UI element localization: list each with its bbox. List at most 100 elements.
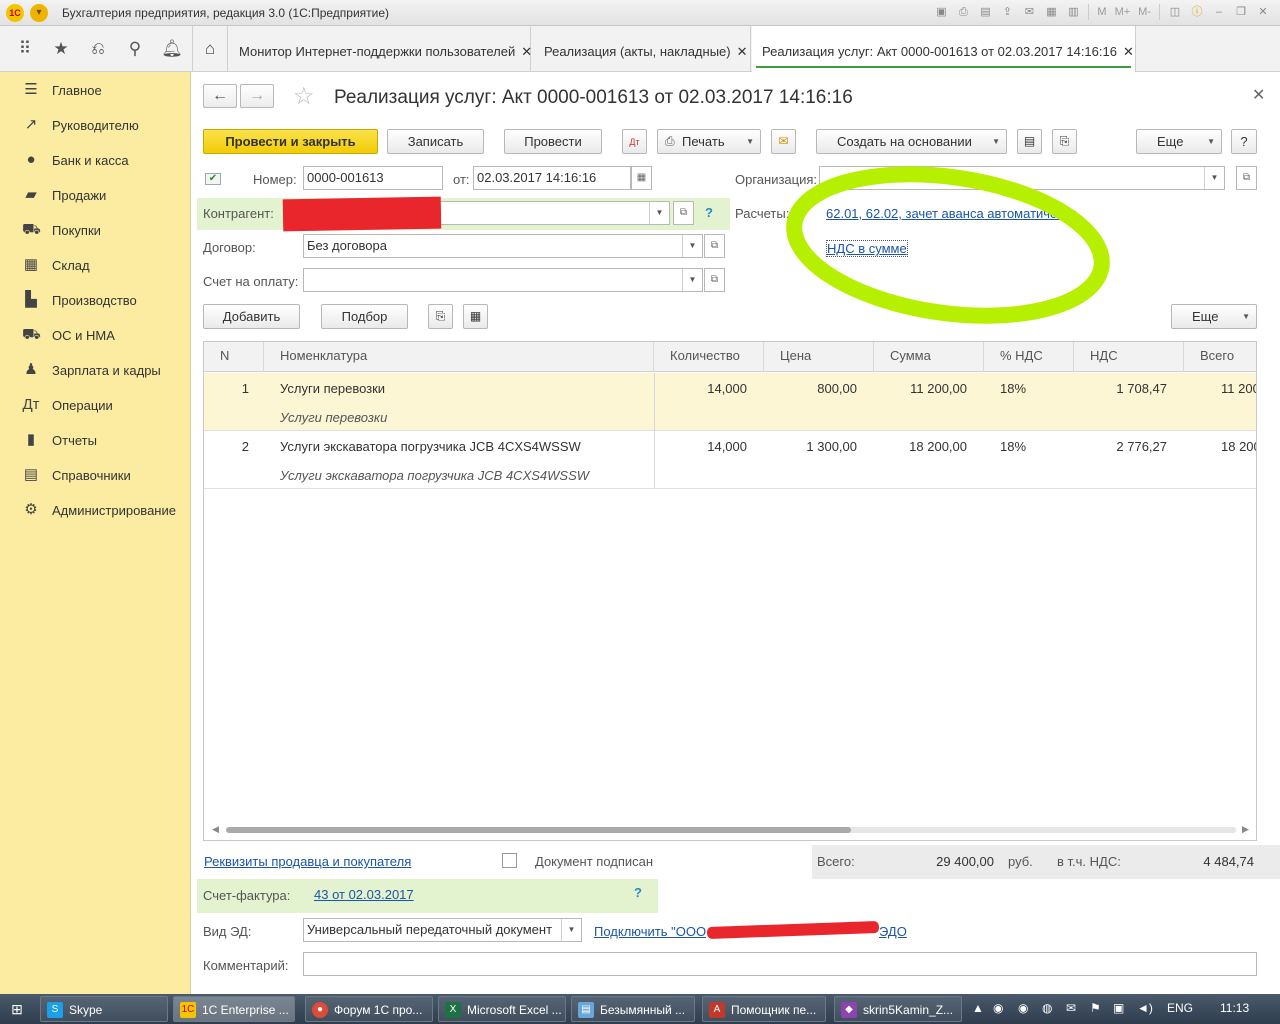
signed-checkbox[interactable] [502, 853, 517, 868]
forward-arrow-icon[interactable]: → [240, 84, 274, 108]
help-icon[interactable]: ? [634, 885, 642, 900]
calendar-icon[interactable]: ▥ [1064, 3, 1082, 21]
more-button[interactable]: Еще ▼ [1136, 129, 1222, 154]
print-icon[interactable]: ⎙ [954, 3, 972, 21]
open-icon[interactable]: ⧉ [673, 201, 694, 225]
help-icon[interactable]: ? [705, 205, 713, 220]
memory-minus-button[interactable]: M- [1136, 3, 1153, 21]
sidebar-item-production[interactable]: ▙ Производство [0, 283, 191, 318]
post-button[interactable]: Провести [504, 129, 602, 154]
sidebar-item-bank[interactable]: ● Банк и касса [0, 143, 191, 178]
open-icon[interactable]: ⧉ [704, 268, 725, 292]
horizontal-scrollbar[interactable] [226, 827, 1236, 833]
sidebar-item-admin[interactable]: ⚙ Администрирование [0, 493, 191, 528]
connect-edo-link-tail[interactable]: ЭДО [879, 924, 907, 939]
sidebar-item-sales[interactable]: ▰ Продажи [0, 178, 191, 213]
taskbar-item-skype[interactable]: S Skype [40, 996, 168, 1022]
column-header[interactable]: Номенклатура [264, 342, 654, 372]
attachment-icon[interactable]: ⎘ [1052, 129, 1077, 154]
document-icon[interactable]: ▤ [1017, 129, 1042, 154]
tab-sales-list[interactable]: Реализация (акты, накладные) ✕ [534, 26, 751, 72]
sidebar-item-purchases[interactable]: ⛟ Покупки [0, 213, 191, 248]
payment-invoice-field[interactable]: ▼ [303, 268, 703, 292]
scrollbar-thumb[interactable] [226, 827, 851, 833]
column-header[interactable]: Цена [764, 342, 874, 372]
sidebar-item-main[interactable]: ☰ Главное [0, 73, 191, 108]
favorites-star-icon[interactable]: ★ [50, 38, 72, 60]
info-icon[interactable]: ⓘ [1188, 3, 1206, 21]
history-icon[interactable]: ⎌ [87, 38, 109, 60]
close-icon[interactable]: ✕ [1123, 44, 1134, 59]
ed-type-field[interactable]: Универсальный передаточный документ ▼ [303, 918, 582, 942]
close-icon[interactable]: ✕ [1254, 3, 1272, 21]
calendar-icon[interactable]: ▦ [631, 166, 652, 190]
requisites-link[interactable]: Реквизиты продавца и покупателя [204, 854, 411, 869]
calculator-icon[interactable]: ▦ [1042, 3, 1060, 21]
preview-icon[interactable]: ▤ [976, 3, 994, 21]
paste-icon[interactable]: ▦ [463, 304, 488, 329]
chevron-down-icon[interactable]: ▼ [1204, 167, 1224, 189]
memory-plus-button[interactable]: M+ [1113, 3, 1133, 21]
memory-button[interactable]: M [1095, 3, 1108, 21]
taskbar-item-pdf[interactable]: A Помощник пе... [702, 996, 826, 1022]
scroll-left-icon[interactable]: ◀ [212, 824, 219, 835]
sidebar-item-assets[interactable]: ⛟ ОС и НМА [0, 318, 191, 353]
scroll-right-icon[interactable]: ▶ [1242, 824, 1249, 835]
debit-credit-icon[interactable]: Дт [622, 129, 647, 154]
date-field[interactable]: 02.03.2017 14:16:16 [473, 166, 631, 190]
taskbar-item-excel[interactable]: X Microsoft Excel ... [438, 996, 566, 1022]
chevron-down-icon[interactable]: ▼ [649, 202, 669, 224]
tray-network-icon[interactable]: ▣ [1113, 1001, 1124, 1015]
sidebar-item-warehouse[interactable]: ▦ Склад [0, 248, 191, 283]
column-header[interactable]: НДС [1074, 342, 1184, 372]
table-row[interactable]: 2 Услуги экскаватора погрузчика JCB 4CXS… [204, 431, 1256, 489]
save-button[interactable]: Записать [387, 129, 484, 154]
favorite-star-icon[interactable]: ☆ [293, 82, 315, 111]
open-icon[interactable]: ⧉ [704, 234, 725, 258]
column-header[interactable]: Количество [654, 342, 764, 372]
windows-start-icon[interactable]: ⊞ [6, 1000, 28, 1018]
mail-icon[interactable]: ✉ [771, 129, 796, 154]
taskbar-item-image[interactable]: ◆ skrin5Kamin_Z... [834, 996, 962, 1022]
tab-sales-document[interactable]: Реализация услуг: Акт 0000-001613 от 02.… [752, 26, 1136, 72]
contract-field[interactable]: Без договора ▼ [303, 234, 703, 258]
sidebar-item-manager[interactable]: ↗ Руководителю [0, 108, 191, 143]
close-icon[interactable]: ✕ [521, 44, 532, 59]
clock[interactable]: 11:13 [1220, 1001, 1249, 1015]
panels-icon[interactable]: ◫ [1166, 3, 1184, 21]
main-menu-icon[interactable]: ▾ [30, 4, 48, 22]
table-row[interactable]: 1 Услуги перевозки Услуги перевозки 14,0… [204, 373, 1256, 431]
chevron-down-icon[interactable]: ▼ [682, 269, 702, 291]
tab-support-monitor[interactable]: Монитор Интернет-поддержки пользователей… [229, 26, 532, 72]
mail-icon[interactable]: ✉ [1020, 3, 1038, 21]
create-based-on-button[interactable]: Создать на основании ▼ [816, 129, 1007, 154]
taskbar-item-browser[interactable]: ● Форум 1С про... [305, 996, 433, 1022]
tray-1c-icon[interactable]: ◉ [1018, 1001, 1028, 1015]
bell-icon[interactable]: 🔔︎ [161, 38, 183, 60]
apps-grid-icon[interactable]: ⠿ [14, 38, 36, 60]
tray-flag-icon[interactable]: ⚑ [1090, 1001, 1101, 1015]
language-indicator[interactable]: ENG [1167, 1001, 1193, 1015]
back-arrow-icon[interactable]: ← [203, 84, 237, 108]
table-more-button[interactable]: Еще ▼ [1171, 304, 1257, 329]
number-field[interactable]: 0000-001613 [303, 166, 443, 190]
close-icon[interactable]: ✕ [737, 44, 748, 59]
restore-icon[interactable]: ❐ [1232, 3, 1250, 21]
add-row-button[interactable]: Добавить [203, 304, 300, 329]
tray-volume-icon[interactable]: ◄) [1137, 1001, 1153, 1015]
column-header[interactable]: Всего [1184, 342, 1256, 372]
save-icon[interactable]: ▣ [932, 3, 950, 21]
chevron-down-icon[interactable]: ▼ [561, 919, 581, 941]
column-header[interactable]: N [204, 342, 264, 372]
comment-field[interactable] [303, 952, 1257, 976]
pick-button[interactable]: Подбор [321, 304, 408, 329]
chevron-down-icon[interactable]: ▼ [682, 235, 702, 257]
post-and-close-button[interactable]: Провести и закрыть [203, 129, 378, 154]
copy-icon[interactable]: ⎘ [428, 304, 453, 329]
open-icon[interactable]: ⧉ [1236, 166, 1257, 190]
tray-mail-icon[interactable]: ✉ [1066, 1001, 1076, 1015]
search-icon[interactable]: ⚲ [124, 38, 146, 60]
close-icon[interactable]: ✕ [1252, 85, 1265, 105]
sidebar-item-payroll[interactable]: ♟ Зарплата и кадры [0, 353, 191, 388]
help-button[interactable]: ? [1231, 129, 1257, 154]
